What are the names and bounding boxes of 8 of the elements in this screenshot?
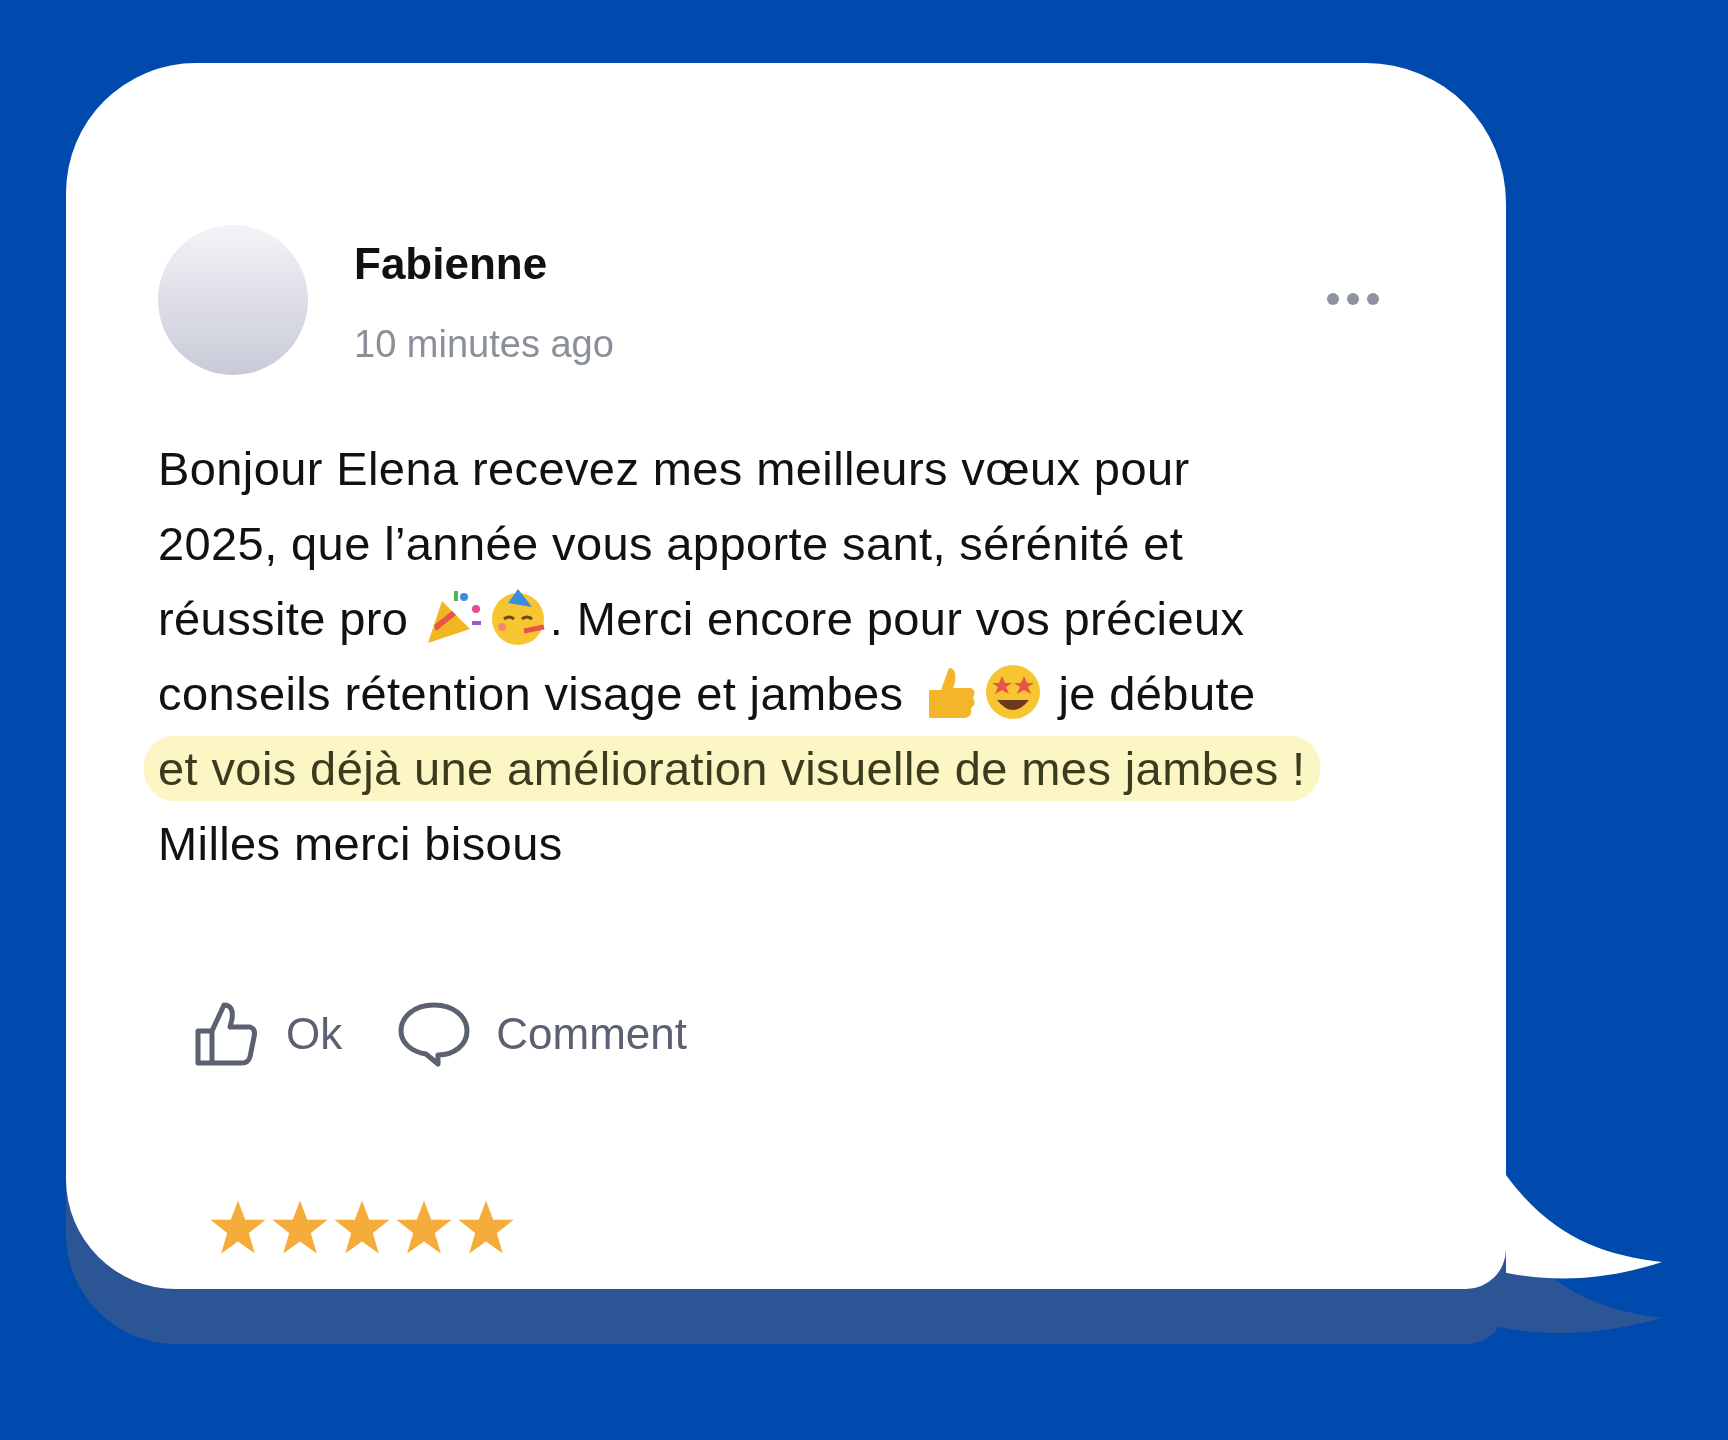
thumbs-up-icon xyxy=(194,1001,260,1067)
post-text: Bonjour Elena recevez mes meilleurs vœux pour 2025, que l’année vous apporte sant, sérénité et réussite pro . Merci encore pour vos précieux conseils rétention visage et jambes je débute et vois déjà une amélioration visuelle de mes jambes ! Milles merci bisous xyxy=(142,427,1336,885)
more-icon[interactable] xyxy=(1326,292,1380,306)
comment-button[interactable]: Comment xyxy=(398,1001,687,1067)
like-button[interactable]: Ok xyxy=(194,1001,343,1067)
post-time: 10 minutes ago xyxy=(354,323,615,366)
speech-bubble-icon xyxy=(398,1001,471,1067)
author-name: Fabienne xyxy=(354,239,549,289)
